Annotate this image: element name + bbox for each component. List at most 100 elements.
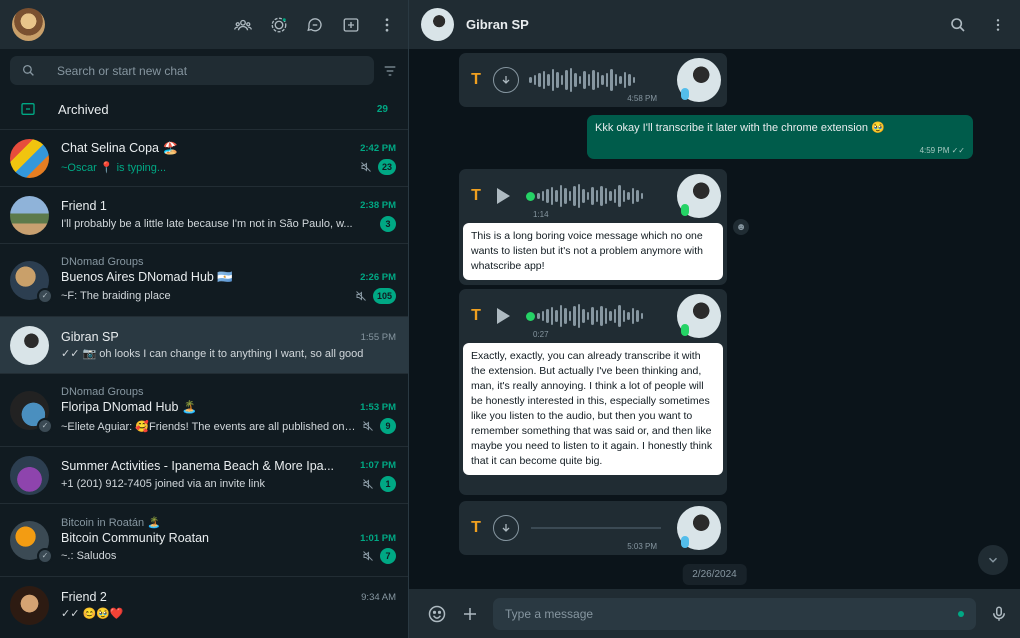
scroll-down-button[interactable] — [978, 545, 1008, 575]
emoji-icon[interactable] — [427, 604, 447, 624]
chat-time: 9:34 AM — [361, 591, 396, 603]
waveform-bar — [541, 191, 544, 201]
conversation-pane: Gibran SP T 4:58 PM Kkk okay I'll transc… — [409, 0, 1020, 638]
transcribe-button[interactable]: T — [465, 187, 487, 205]
waveform-bar — [583, 71, 586, 89]
chat-avatar — [10, 325, 49, 365]
react-button[interactable]: ☻ — [733, 219, 749, 235]
profile-avatar[interactable] — [12, 8, 45, 41]
waveform-bar — [631, 308, 634, 324]
waveform[interactable] — [526, 301, 643, 331]
date-divider: 2/26/2024 — [682, 564, 747, 585]
chat-name: Gibran SP — [61, 330, 119, 344]
chat-time: 1:55 PM — [360, 331, 396, 343]
waveform-bar — [631, 188, 634, 204]
chat-item-gibran-sp[interactable]: Gibran SP 1:55 PM ✓✓ 📷 oh looks I can cha… — [0, 316, 408, 373]
waveform-bar — [559, 185, 562, 207]
waveform-bar — [587, 74, 590, 86]
waveform-bar — [565, 70, 568, 90]
waveform-bar — [550, 307, 553, 325]
waveform[interactable] — [526, 181, 643, 211]
unread-badge: 7 — [380, 548, 396, 564]
archived-row[interactable]: Archived 29 — [0, 89, 408, 129]
voice-message-transcribed: T 0:27 Exactly, exactly, you can already… — [459, 289, 727, 495]
chat-group: DNomad Groups — [61, 386, 144, 398]
message-box — [493, 597, 976, 630]
waveform-bar — [556, 72, 559, 88]
chat-name: Buenos Aires DNomad Hub 🇦🇷 — [61, 270, 233, 284]
unread-badge: 23 — [377, 159, 396, 175]
waveform-bar — [555, 310, 558, 322]
search-input[interactable] — [57, 63, 362, 78]
play-button[interactable] — [497, 308, 510, 324]
menu-icon[interactable] — [378, 16, 396, 34]
transcript-text: Exactly, exactly, you can already transc… — [463, 343, 723, 475]
chat-item-floripa[interactable]: ✓ DNomad Groups Floripa DNomad Hub 🏝️ 1:5… — [0, 373, 408, 446]
contact-name[interactable]: Gibran SP — [466, 17, 529, 32]
waveform-bar — [560, 75, 563, 85]
chat-item-summer-activities[interactable]: Summer Activities - Ipanema Beach & More… — [0, 446, 408, 503]
chat-preview: I'll probably be a little late because I… — [61, 217, 353, 230]
waveform-line[interactable] — [531, 527, 661, 529]
attach-plus-icon[interactable] — [461, 605, 479, 623]
waveform-bar — [618, 305, 621, 327]
chat-name: Friend 1 — [61, 198, 107, 213]
waveform-bar — [604, 308, 607, 324]
waveform-bar — [618, 185, 621, 207]
waveform-bar — [640, 313, 643, 319]
download-button[interactable] — [493, 515, 519, 541]
extension-indicator-icon[interactable] — [958, 610, 964, 617]
waveform-bar — [547, 74, 550, 86]
microphone-icon[interactable] — [990, 605, 1008, 623]
waveform-bar — [564, 188, 567, 204]
download-button[interactable] — [493, 67, 519, 93]
message-time: 5:03 PM — [627, 542, 657, 551]
waveform-bar — [604, 188, 607, 204]
download-icon — [502, 76, 510, 84]
conversation-header[interactable]: Gibran SP — [409, 0, 1020, 49]
channels-icon[interactable] — [306, 16, 324, 34]
message-input[interactable] — [505, 606, 958, 621]
chat-item-bitcoin-roatan[interactable]: ✓ Bitcoin in Roatán 🏝️ Bitcoin Community… — [0, 503, 408, 576]
play-button[interactable] — [497, 188, 510, 204]
transcribe-button[interactable]: T — [465, 307, 487, 325]
archived-count: 29 — [376, 103, 388, 115]
waveform[interactable] — [529, 65, 635, 95]
filter-icon[interactable] — [382, 63, 398, 79]
archive-icon — [21, 103, 35, 115]
transcribe-button[interactable]: T — [465, 519, 487, 537]
waveform-bar — [578, 76, 581, 84]
waveform-bar — [573, 186, 576, 206]
search-icon[interactable] — [950, 17, 966, 33]
waveform-bar — [595, 190, 598, 202]
menu-icon[interactable] — [990, 17, 1006, 33]
chat-list-pane: Archived 29 Chat Selina Copa 🏖️ 2:42 PM ~… — [0, 0, 409, 638]
status-icon[interactable] — [270, 16, 288, 34]
transcript-text: This is a long boring voice message whic… — [463, 223, 723, 280]
message-text: Kkk okay I'll transcribe it later with t… — [595, 122, 885, 134]
voice-message: T 5:03 PM — [459, 501, 727, 555]
chat-item-selina-copa[interactable]: Chat Selina Copa 🏖️ 2:42 PM ~Oscar 📍 is t… — [0, 129, 408, 186]
new-chat-icon[interactable] — [342, 16, 360, 34]
waveform-bar — [636, 310, 639, 322]
chat-item-friend-2[interactable]: Friend 2 9:34 AM ✓✓ 😊🥹❤️ — [0, 576, 408, 633]
unread-badge: 105 — [372, 288, 396, 304]
communities-icon[interactable] — [234, 16, 252, 34]
muted-icon — [363, 421, 373, 431]
chat-item-buenos-aires[interactable]: ✓ DNomad Groups Buenos Aires DNomad Hub … — [0, 243, 408, 316]
waveform-bar — [569, 68, 572, 92]
community-icon: ✓ — [37, 417, 53, 434]
contact-avatar[interactable] — [421, 8, 454, 41]
chat-item-friend-1[interactable]: Friend 1 2:38 PM I'll probably be a littl… — [0, 186, 408, 243]
waveform-bar — [568, 311, 571, 321]
waveform-bar — [614, 74, 617, 86]
chat-preview: ~.: Saludos — [61, 550, 117, 562]
waveform-bar — [542, 71, 545, 89]
mic-icon — [681, 324, 689, 336]
chat-time: 1:53 PM — [360, 402, 396, 413]
muted-icon — [363, 478, 373, 489]
sender-avatar — [677, 506, 721, 550]
mic-icon — [681, 88, 689, 100]
waveform-bar — [622, 190, 625, 202]
transcribe-button[interactable]: T — [465, 71, 487, 89]
